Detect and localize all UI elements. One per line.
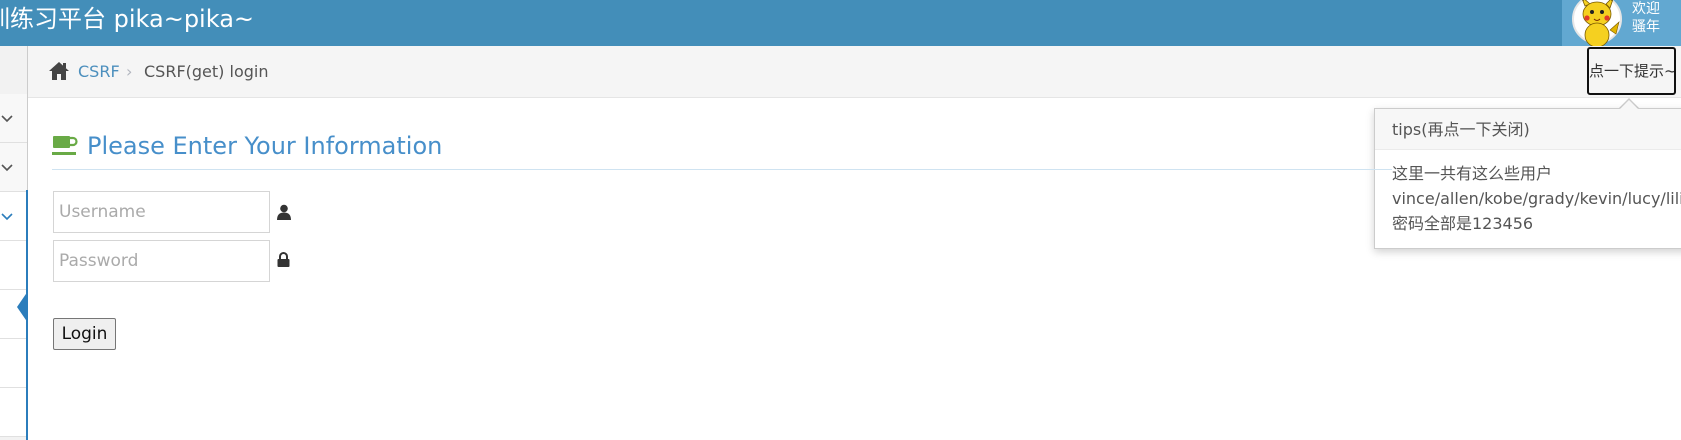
home-icon <box>49 62 69 80</box>
chevron-down-icon <box>1 115 13 123</box>
login-button[interactable]: Login <box>53 318 116 350</box>
popover-line: 这里一共有这么些用户 <box>1392 164 1553 183</box>
sidebar-subitem[interactable] <box>0 241 27 290</box>
sidebar-item-active[interactable] <box>0 192 27 241</box>
welcome-line-2: 骚年 <box>1632 19 1660 35</box>
sidebar-subitem[interactable] <box>0 388 27 437</box>
welcome-text: 欢迎 骚年 <box>1632 0 1681 36</box>
user-menu[interactable]: 欢迎 骚年 <box>1562 0 1681 46</box>
sidebar <box>0 46 28 440</box>
breadcrumb-separator: › <box>126 62 133 81</box>
user-icon <box>277 204 291 220</box>
breadcrumb-link-csrf[interactable]: CSRF <box>78 62 120 82</box>
top-navbar: 训练习平台 pika~pika~ 欢迎 骚年 <box>0 0 1681 46</box>
popover-body: 这里一共有这么些用户 vince/allen/kobe/grady/kevin/… <box>1392 161 1681 236</box>
sidebar-subitem[interactable] <box>0 339 27 388</box>
popover-arrow-inner <box>1619 100 1639 110</box>
popover-title: tips(再点一下关闭) <box>1375 109 1681 150</box>
welcome-line-1: 欢迎 <box>1632 1 1660 17</box>
popover-line: 密码全部是123456 <box>1392 214 1534 233</box>
password-input[interactable] <box>53 240 270 282</box>
lock-icon <box>277 252 290 267</box>
form-header: Please Enter Your Information <box>52 126 1392 170</box>
tips-popover[interactable]: tips(再点一下关闭) 这里一共有这么些用户 vince/allen/kobe… <box>1374 108 1681 249</box>
brand-title[interactable]: 训练习平台 pika~pika~ <box>0 3 254 35</box>
popover-line: vince/allen/kobe/grady/kevin/lucy/lili, <box>1392 189 1681 208</box>
chevron-down-icon <box>1 213 13 221</box>
username-input[interactable] <box>53 191 270 233</box>
breadcrumb-current: CSRF(get) login <box>144 62 269 81</box>
breadcrumb: CSRF › CSRF(get) login <box>28 46 1681 98</box>
sidebar-item[interactable] <box>0 143 27 192</box>
pikachu-avatar-icon <box>1572 0 1622 46</box>
sidebar-item[interactable] <box>0 94 27 143</box>
form-title: Please Enter Your Information <box>87 132 443 160</box>
chevron-down-icon <box>1 164 13 172</box>
coffee-cup-icon <box>52 136 78 155</box>
sidebar-active-caret <box>17 291 28 323</box>
hint-button[interactable]: 点一下提示~ <box>1587 47 1676 95</box>
